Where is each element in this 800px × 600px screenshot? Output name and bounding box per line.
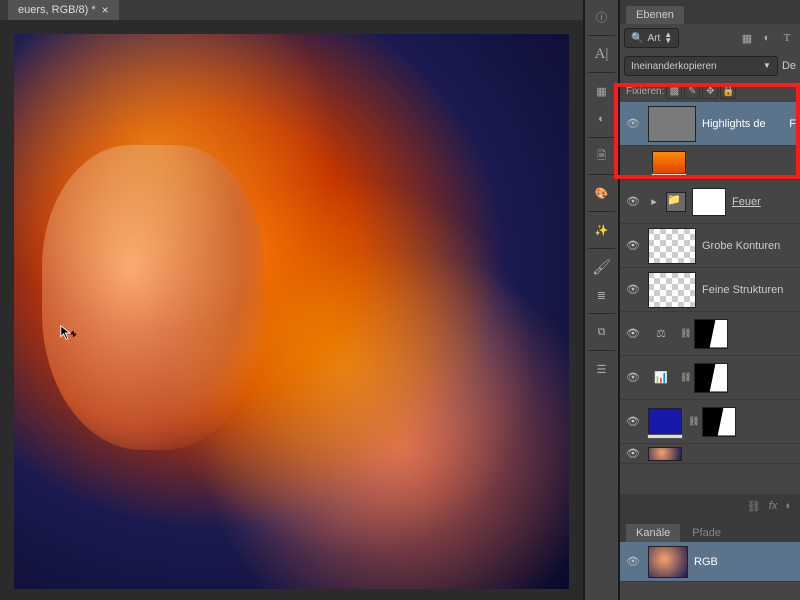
move-cursor-icon — [59, 324, 77, 342]
search-icon: 🔍 — [631, 33, 643, 44]
link-layers-icon[interactable]: ⛓ — [747, 500, 761, 513]
chevron-updown-icon: ▲▼ — [664, 32, 672, 44]
properties-icon[interactable]: ☰ — [588, 356, 616, 382]
lock-all-icon[interactable]: 🔒 — [720, 83, 736, 99]
history-icon[interactable]: 🗎 — [588, 143, 616, 169]
layer-thumbnail[interactable] — [648, 228, 696, 264]
filter-image-icon[interactable]: ▦ — [738, 29, 756, 47]
visibility-icon[interactable]: 👁 — [624, 237, 642, 255]
channel-row-rgb[interactable]: 👁 RGB — [620, 542, 800, 582]
layers-panel-footer: ⛓ fx ◐ — [620, 494, 800, 518]
visibility-icon[interactable]: 👁 — [624, 193, 642, 211]
lock-pixels-icon[interactable]: ✎ — [684, 83, 700, 99]
layer-row-photo[interactable]: 👁 — [620, 444, 800, 464]
balance-icon: ⚖ — [648, 321, 674, 347]
color-icon[interactable]: 🎨 — [588, 180, 616, 206]
layer-row-orange-fill[interactable] — [620, 146, 800, 180]
tab-channels[interactable]: Kanäle — [626, 524, 680, 542]
document-title: euers, RGB/8) * — [18, 4, 96, 16]
brush-icon[interactable]: 🖌 — [588, 254, 616, 280]
layer-thumbnail[interactable] — [648, 272, 696, 308]
layers-list: 👁 Highlights de F 👁 ▸ 📁 Feuer — [620, 102, 800, 494]
visibility-icon[interactable]: 👁 — [624, 325, 642, 343]
visibility-icon[interactable]: 👁 — [624, 369, 642, 387]
adjustments-icon[interactable]: ◐ — [588, 106, 616, 132]
layer-row-solid-blue[interactable]: 👁 ⛓ — [620, 400, 800, 444]
mask-icon[interactable]: ◐ — [785, 500, 792, 512]
visibility-icon[interactable]: 👁 — [624, 413, 642, 431]
visibility-icon[interactable]: 👁 — [624, 553, 642, 571]
close-icon[interactable]: × — [102, 3, 109, 17]
visibility-icon[interactable]: 👁 — [624, 445, 642, 463]
brush-presets-icon[interactable]: ≣ — [588, 282, 616, 308]
layer-name[interactable]: Highlights de — [702, 118, 783, 130]
channel-name[interactable]: RGB — [694, 556, 796, 568]
tab-paths[interactable]: Pfade — [682, 524, 731, 542]
layer-row-grobe-konturen[interactable]: 👁 Grobe Konturen — [620, 224, 800, 268]
layer-mask-thumbnail[interactable] — [702, 407, 736, 437]
filter-type-icon[interactable]: T — [778, 29, 796, 47]
lock-row: Fixieren: ▩ ✎ ✥ 🔒 — [620, 80, 800, 102]
visibility-icon[interactable]: 👁 — [624, 281, 642, 299]
layer-thumbnail[interactable] — [648, 447, 682, 461]
levels-icon: 📊 — [648, 365, 674, 391]
layer-row-feuer[interactable]: 👁 ▸ 📁 Feuer — [620, 180, 800, 224]
layer-filter-value: Art — [647, 33, 660, 44]
collapsed-panel-dock: ⓘ A| ▦ ◐ 🗎 🎨 ✨ 🖌 ≣ ⧉ ☰ — [584, 0, 618, 600]
chevron-down-icon: ▼ — [763, 63, 771, 69]
layer-extra: F — [789, 118, 796, 130]
swatches-icon[interactable]: ▦ — [588, 78, 616, 104]
filter-adjust-icon[interactable]: ◐ — [758, 29, 776, 47]
artwork-flames — [14, 34, 569, 589]
layer-filter-dropdown[interactable]: 🔍 Art ▲▼ — [624, 28, 679, 48]
link-icon: ⛓ — [680, 372, 688, 383]
link-icon: ⛓ — [688, 416, 696, 427]
chevron-right-icon[interactable]: ▸ — [648, 195, 660, 208]
layer-row-feine-strukturen[interactable]: 👁 Feine Strukturen — [620, 268, 800, 312]
visibility-icon[interactable]: 👁 — [624, 115, 642, 133]
lock-transparent-icon[interactable]: ▩ — [666, 83, 682, 99]
opacity-label: De — [782, 60, 796, 72]
layer-mask-thumbnail[interactable] — [692, 188, 726, 216]
layer-thumbnail[interactable] — [652, 151, 686, 175]
folder-icon: 📁 — [666, 192, 686, 212]
lock-position-icon[interactable]: ✥ — [702, 83, 718, 99]
blend-mode-dropdown[interactable]: Ineinanderkopieren ▼ — [624, 56, 778, 76]
layer-row-highlights[interactable]: 👁 Highlights de F — [620, 102, 800, 146]
layer-thumbnail[interactable] — [648, 106, 696, 142]
layer-row-adjustment-1[interactable]: 👁 ⚖ ⛓ — [620, 312, 800, 356]
clone-source-icon[interactable]: ⧉ — [588, 319, 616, 345]
lock-label: Fixieren: — [626, 86, 664, 97]
layer-name[interactable]: Feine Strukturen — [702, 284, 796, 296]
canvas[interactable] — [14, 34, 569, 589]
blend-mode-value: Ineinanderkopieren — [631, 61, 717, 72]
info-icon[interactable]: ⓘ — [588, 4, 616, 30]
layer-name[interactable]: Grobe Konturen — [702, 240, 796, 252]
document-tab[interactable]: euers, RGB/8) * × — [8, 0, 119, 20]
fx-icon[interactable]: fx — [769, 500, 778, 512]
character-icon[interactable]: A| — [588, 41, 616, 67]
wand-icon[interactable]: ✨ — [588, 217, 616, 243]
link-icon: ⛓ — [680, 328, 688, 339]
layer-name[interactable]: Feuer — [732, 196, 796, 208]
layer-row-adjustment-2[interactable]: 👁 📊 ⛓ — [620, 356, 800, 400]
layer-thumbnail[interactable] — [648, 408, 682, 436]
layer-mask-thumbnail[interactable] — [694, 363, 728, 393]
tab-layers[interactable]: Ebenen — [626, 6, 684, 24]
channel-thumbnail[interactable] — [648, 546, 688, 578]
layer-mask-thumbnail[interactable] — [694, 319, 728, 349]
